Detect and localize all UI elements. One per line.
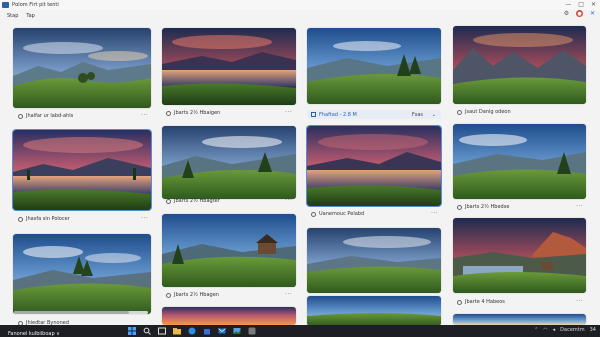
landscape-thumbnail <box>307 228 441 293</box>
more-options-button[interactable]: ··· <box>141 112 148 119</box>
search-icon[interactable] <box>143 327 151 335</box>
photo-icon <box>18 216 23 222</box>
clock-time[interactable]: Dacemtm <box>560 327 584 333</box>
checkbox-icon[interactable] <box>311 112 316 117</box>
more-options-button[interactable]: ··· <box>285 291 292 298</box>
settings-icon[interactable]: ⚙ <box>563 10 570 17</box>
photo-icon <box>18 113 23 119</box>
more-options-button[interactable]: ··· <box>576 203 583 210</box>
more-options-button[interactable]: ··· <box>431 210 438 217</box>
photo-caption: Jbarts 2½ Hbagter <box>166 198 220 204</box>
window-title: Pαlom Fіrt pit tenti <box>12 2 59 8</box>
photo-card[interactable] <box>13 234 151 314</box>
wifi-icon[interactable]: ◠ <box>543 327 547 333</box>
photo-card[interactable] <box>162 214 296 287</box>
landscape-thumbnail <box>162 307 296 325</box>
title-bar: Pαlom Fіrt pit tenti — □ ✕ <box>0 0 600 10</box>
photo-caption: Jhalfar ur labd-ahls <box>18 113 73 119</box>
toolbar: ⚙ ● ✕ <box>563 10 596 17</box>
record-icon[interactable]: ● <box>576 10 583 17</box>
taskbar: ⌃ ◠ ◂ Dacemtm 34 <box>0 325 600 337</box>
photo-icon <box>166 292 171 298</box>
landscape-thumbnail <box>307 126 441 206</box>
clock-date[interactable]: 34 <box>590 327 596 333</box>
photo-card[interactable] <box>453 124 586 199</box>
photo-card[interactable] <box>306 125 442 207</box>
landscape-thumbnail <box>162 28 296 105</box>
store-icon[interactable] <box>203 327 211 335</box>
landscape-thumbnail <box>307 296 441 326</box>
landscape-thumbnail <box>453 314 586 325</box>
chevron-down-icon[interactable]: ⌄ <box>432 112 436 118</box>
chevron-up-icon[interactable]: ⌃ <box>534 327 538 333</box>
landscape-thumbnail <box>307 28 441 104</box>
photo-icon <box>166 110 171 116</box>
photo-card[interactable] <box>162 126 296 199</box>
photo-icon <box>457 109 462 115</box>
photo-card[interactable] <box>307 28 441 104</box>
volume-icon[interactable]: ◂ <box>553 327 556 333</box>
app-icon <box>2 2 9 8</box>
photo-card[interactable] <box>162 28 296 105</box>
scrollbar-thumb[interactable] <box>14 311 129 314</box>
mail-icon[interactable] <box>218 327 226 335</box>
photo-caption: Jsaut Danig odeon <box>457 109 511 115</box>
menu-item-tap[interactable]: Tap <box>26 13 34 19</box>
landscape-thumbnail <box>453 124 586 199</box>
photo-caption: Jbarts 2½ Hbedse <box>457 204 509 210</box>
photo-icon <box>457 204 462 210</box>
photo-card[interactable] <box>307 228 441 293</box>
photo-caption: Jbarts 2½ Hbagen <box>166 292 219 298</box>
more-options-button[interactable]: ··· <box>576 298 583 305</box>
photo-icon <box>166 198 171 204</box>
photo-grid: Jhalfar ur labd-ahls ··· Jhasfa sin Polo… <box>0 22 600 326</box>
more-options-button[interactable]: ··· <box>141 215 148 222</box>
browser-icon[interactable] <box>188 327 196 335</box>
more-options-button[interactable]: ··· <box>285 197 292 204</box>
photo-caption: Jbarte 4 Habeos <box>457 299 505 305</box>
file-explorer-icon[interactable] <box>173 327 181 335</box>
landscape-thumbnail <box>162 214 296 287</box>
photos-app-icon[interactable] <box>233 327 241 335</box>
photo-card[interactable] <box>307 296 441 326</box>
horizontal-scrollbar[interactable] <box>14 311 148 314</box>
photo-icon <box>311 211 316 217</box>
landscape-thumbnail <box>162 126 296 199</box>
menu-item-stap[interactable]: Stap <box>7 13 18 19</box>
photo-caption: Uanemouc Pelabd <box>311 211 364 217</box>
landscape-thumbnail <box>13 234 151 314</box>
photo-card[interactable] <box>13 28 151 108</box>
windows-start-icon[interactable] <box>128 327 136 335</box>
close-button[interactable]: ✕ <box>591 1 596 8</box>
photo-card[interactable] <box>453 26 586 104</box>
landscape-thumbnail <box>13 130 151 210</box>
folder-selector[interactable]: Fanonel kulbiiboap ∨ <box>8 331 60 337</box>
photo-caption: Jbarts 2½ Hbaigen <box>166 110 220 116</box>
selected-file-bar[interactable]: Fhaftad - 2.8 M Fsas ⌄ <box>307 110 441 119</box>
photo-card[interactable] <box>12 129 152 211</box>
landscape-thumbnail <box>453 218 586 293</box>
sync-button[interactable]: Fsas <box>412 112 423 118</box>
window-controls: — □ ✕ <box>565 1 596 8</box>
photo-card[interactable] <box>453 218 586 293</box>
maximize-button[interactable]: □ <box>578 1 584 8</box>
app-icon-taskbar[interactable] <box>248 327 256 335</box>
menu-bar: Stap Tap <box>0 10 600 22</box>
more-options-button[interactable]: ··· <box>285 109 292 116</box>
landscape-thumbnail <box>453 26 586 104</box>
task-view-icon[interactable] <box>158 327 166 335</box>
photo-card[interactable] <box>453 314 586 325</box>
system-tray: ⌃ ◠ ◂ Dacemtm 34 <box>534 327 596 333</box>
pin-icon[interactable]: ✕ <box>589 10 596 17</box>
minimize-button[interactable]: — <box>565 1 571 8</box>
photo-icon <box>457 299 462 305</box>
photo-caption: Jhasfa sin Polocer <box>18 216 70 222</box>
photo-card[interactable] <box>162 307 296 325</box>
landscape-thumbnail <box>13 28 151 108</box>
